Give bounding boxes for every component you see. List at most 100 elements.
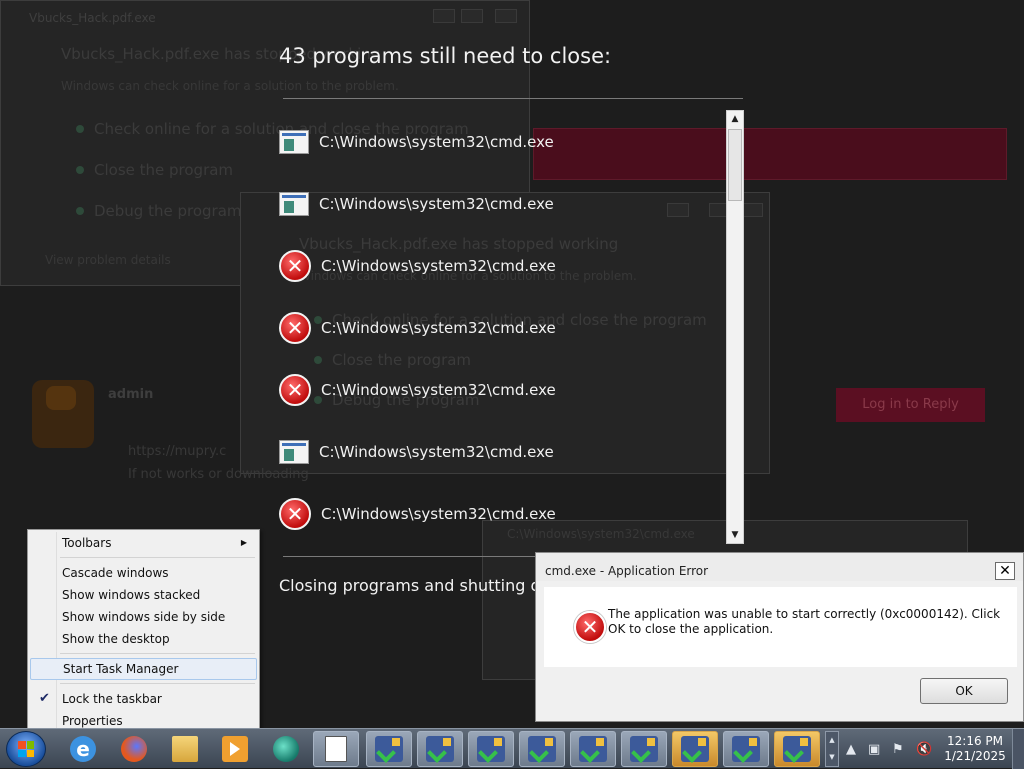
program-list: C:\Windows\system32\cmd.exe C:\Windows\s… [279,110,727,544]
program-item: C:\Windows\system32\cmd.exe [279,187,554,221]
scroll-up-arrow-icon[interactable]: ▲ [727,111,743,127]
ok-button[interactable]: OK [920,678,1008,704]
notepad-icon [325,736,347,762]
option-debug-program: Debug the program [94,202,242,220]
close-icon [495,9,517,23]
taskbar-window-4[interactable] [519,731,565,767]
taskbar-window-8[interactable] [723,731,769,767]
menu-item-cascade-windows[interactable]: Cascade windows [30,562,257,584]
window-subtext: Windows can check online for a solution … [61,79,399,93]
menu-item-show-the-desktop[interactable]: Show the desktop [30,628,257,650]
error-report-icon [732,736,760,762]
submenu-arrow-icon: ▶ [240,538,247,547]
taskbar-window-6[interactable] [621,731,667,767]
maximize-icon [461,9,483,23]
menu-separator [60,683,255,684]
view-problem-details: View problem details [45,253,171,267]
taskbar-firefox[interactable] [111,731,157,767]
option-bullet-icon [76,166,84,174]
close-button[interactable]: ✕ [995,562,1015,580]
menu-item-lock-the-taskbar[interactable]: ✔ Lock the taskbar [30,688,257,710]
window-title: Vbucks_Hack.pdf.exe [29,11,156,25]
program-list-scrollbar[interactable]: ▲ ▼ [726,110,744,544]
minimize-icon [433,9,455,23]
menu-item-show-windows-stacked[interactable]: Show windows stacked [30,584,257,606]
error-report-icon [630,736,658,762]
taskbar-window-2[interactable] [417,731,463,767]
program-label: C:\Windows\system32\cmd.exe [321,505,556,523]
option-bullet-icon [76,207,84,215]
cmd-icon [279,440,309,464]
menu-item-label: Lock the taskbar [62,692,162,706]
menu-item-label: Show the desktop [62,632,170,646]
divider-top [283,98,743,99]
taskbar-notepad[interactable] [313,731,359,767]
shutdown-title: 43 programs still need to close: [279,44,612,68]
taskbar-window-3[interactable] [468,731,514,767]
dialog-body: ✕ The application was unable to start co… [544,587,1017,667]
menu-item-start-task-manager[interactable]: Start Task Manager [30,658,257,680]
error-icon: ✕ [574,611,606,643]
volume-muted-icon[interactable]: 🔇 [916,742,932,757]
menu-item-label: Properties [62,714,123,728]
taskbar-internet-explorer[interactable]: e [60,731,106,767]
scroll-down-arrow-icon[interactable]: ▼ [727,527,743,543]
option-close-program: Close the program [94,161,234,179]
dialog-message: The application was unable to start corr… [608,607,1001,636]
windows-logo-icon [18,741,34,757]
menu-item-toolbars[interactable]: Toolbars ▶ [30,532,257,554]
program-label: C:\Windows\system32\cmd.exe [319,195,554,213]
forum-username: admin [108,387,154,402]
firefox-icon [121,736,147,762]
menu-item-label: Toolbars [62,536,112,550]
forum-avatar [32,380,94,448]
network-icon[interactable]: ▣ [868,742,880,757]
error-icon: ✕ [279,312,311,344]
clock[interactable]: 12:16 PM 1/21/2025 [940,734,1010,764]
menu-item-label: Cascade windows [62,566,169,580]
application-error-dialog: cmd.exe - Application Error ✕ ✕ The appl… [535,552,1024,722]
program-label: C:\Windows\system32\cmd.exe [321,257,556,275]
cmd-icon [279,130,309,154]
program-item: ✕ C:\Windows\system32\cmd.exe [279,497,556,531]
taskbar-window-5[interactable] [570,731,616,767]
action-center-flag-icon[interactable]: ⚑ [892,742,904,757]
program-item: C:\Windows\system32\cmd.exe [279,435,554,469]
error-report-icon [681,736,709,762]
clock-time: 12:16 PM [947,734,1003,748]
program-label: C:\Windows\system32\cmd.exe [321,319,556,337]
menu-item-show-windows-side-by-side[interactable]: Show windows side by side [30,606,257,628]
taskbar-explorer[interactable] [162,731,208,767]
start-button[interactable] [6,731,46,767]
taskbar-media-player[interactable] [212,731,258,767]
program-label: C:\Windows\system32\cmd.exe [319,443,554,461]
option-bullet-icon [76,125,84,133]
program-label: C:\Windows\system32\cmd.exe [321,381,556,399]
menu-item-label: Start Task Manager [63,662,179,676]
error-report-icon [783,736,811,762]
taskbar-teal-app[interactable] [263,731,309,767]
menu-item-label: Show windows side by side [62,610,226,624]
error-report-icon [477,736,505,762]
teal-app-icon [273,736,299,762]
error-report-icon [579,736,607,762]
show-hidden-icons-arrow-icon[interactable]: ▲ [846,742,856,757]
taskbar-scroll-buttons[interactable]: ▲ ▼ [825,731,839,767]
notification-area: ▲ ▣ ⚑ 🔇 [844,729,944,769]
taskbar-window-9[interactable] [774,731,820,767]
program-item: C:\Windows\system32\cmd.exe [279,125,554,159]
dialog-title: cmd.exe - Application Error [545,564,709,578]
internet-explorer-icon: e [70,736,96,762]
taskbar: e ▲ ▼ ▲ ▣ ⚑ 🔇 12:16 PM 1/21/2025 [0,728,1024,769]
show-desktop-button[interactable] [1012,729,1024,769]
dialog-titlebar[interactable]: cmd.exe - Application Error ✕ [536,553,1023,581]
taskbar-window-7[interactable] [672,731,718,767]
cmd-icon [279,192,309,216]
scrollbar-thumb[interactable] [728,129,742,201]
program-item: ✕ C:\Windows\system32\cmd.exe [279,373,556,407]
shutdown-status: Closing programs and shutting down [279,576,574,595]
taskbar-window-1[interactable] [366,731,412,767]
error-report-icon [528,736,556,762]
menu-item-label: Show windows stacked [62,588,201,602]
program-item: ✕ C:\Windows\system32\cmd.exe [279,311,556,345]
